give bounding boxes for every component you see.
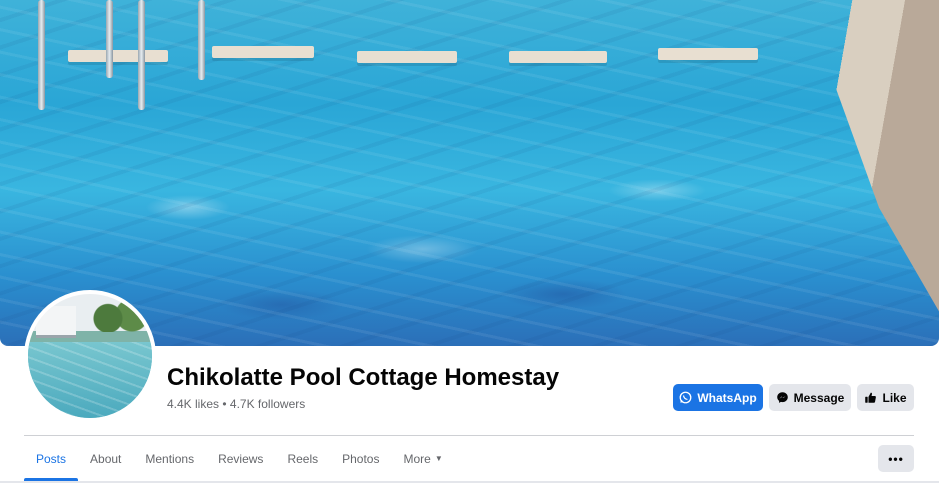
pool-step xyxy=(509,51,607,63)
pool-step xyxy=(68,50,168,62)
messenger-icon xyxy=(776,391,789,404)
pool-step xyxy=(212,46,314,58)
tab-label: Mentions xyxy=(145,451,195,466)
ellipsis-icon: ••• xyxy=(888,451,904,466)
page-tabs: Posts About Mentions Reviews Reels Photo… xyxy=(24,436,455,481)
like-label: Like xyxy=(882,390,907,405)
pool-step xyxy=(357,51,457,63)
tab-posts[interactable]: Posts xyxy=(24,436,79,481)
pool-ladder-rail xyxy=(138,0,145,110)
tab-label: Posts xyxy=(36,451,67,466)
pool-ladder-rail xyxy=(106,0,113,78)
message-label: Message xyxy=(793,390,845,405)
caret-down-icon: ▼ xyxy=(434,454,443,463)
profile-picture[interactable] xyxy=(24,290,156,422)
tab-about[interactable]: About xyxy=(78,436,133,481)
tab-label: Photos xyxy=(342,451,380,466)
trees-image-part xyxy=(90,298,150,332)
message-button[interactable]: Message xyxy=(769,384,851,411)
pool-ladder-rail xyxy=(198,0,205,80)
thumbs-up-icon xyxy=(864,391,877,404)
cottage-image-part xyxy=(36,306,76,338)
tab-more[interactable]: More ▼ xyxy=(391,436,454,481)
tab-mentions[interactable]: Mentions xyxy=(133,436,206,481)
whatsapp-icon xyxy=(679,391,692,404)
pool-image-part xyxy=(28,342,152,418)
facebook-page-header: Chikolatte Pool Cottage Homestay 4.4K li… xyxy=(0,0,939,483)
pool-step xyxy=(658,48,758,60)
tab-photos[interactable]: Photos xyxy=(330,436,391,481)
tab-reviews[interactable]: Reviews xyxy=(206,436,275,481)
pool-ladder-rail xyxy=(38,0,45,110)
more-options-button[interactable]: ••• xyxy=(878,445,914,472)
tab-reels[interactable]: Reels xyxy=(275,436,330,481)
cover-photo[interactable] xyxy=(0,0,939,346)
whatsapp-button[interactable]: WhatsApp xyxy=(673,384,763,411)
tab-label: More xyxy=(403,451,431,466)
whatsapp-label: WhatsApp xyxy=(697,390,757,405)
tab-label: Reels xyxy=(287,451,319,466)
page-title: Chikolatte Pool Cottage Homestay xyxy=(167,364,560,391)
tab-label: Reviews xyxy=(218,451,264,466)
tab-label: About xyxy=(90,451,122,466)
page-stats[interactable]: 4.4K likes • 4.7K followers xyxy=(167,397,305,411)
like-button[interactable]: Like xyxy=(857,384,914,411)
